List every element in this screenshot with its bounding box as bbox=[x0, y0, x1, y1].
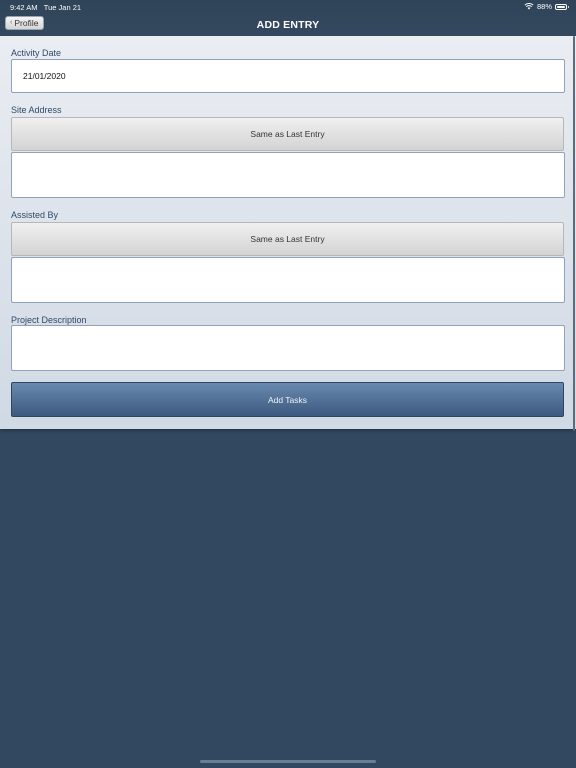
battery-icon bbox=[555, 3, 569, 10]
scrollbar[interactable] bbox=[573, 36, 575, 431]
add-tasks-button[interactable]: Add Tasks bbox=[11, 382, 564, 417]
page-title: ADD ENTRY bbox=[256, 19, 320, 31]
assisted-by-field[interactable] bbox=[11, 257, 565, 303]
status-clock: 9:42 AM bbox=[10, 3, 38, 12]
activity-date-field[interactable]: 21/01/2020 bbox=[11, 59, 565, 93]
assisted-by-label: Assisted By bbox=[11, 210, 59, 220]
status-time: 9:42 AM Tue Jan 21 bbox=[10, 3, 81, 12]
status-indicators: 88% bbox=[524, 2, 569, 11]
site-address-label: Site Address bbox=[11, 105, 62, 115]
wifi-icon bbox=[524, 3, 534, 10]
activity-date-value: 21/01/2020 bbox=[23, 71, 66, 81]
assisted-by-same-as-last-label: Same as Last Entry bbox=[250, 234, 325, 244]
status-date: Tue Jan 21 bbox=[43, 3, 82, 12]
home-indicator[interactable] bbox=[200, 760, 376, 763]
add-tasks-label: Add Tasks bbox=[267, 394, 308, 405]
project-description-field[interactable] bbox=[11, 325, 565, 371]
battery-percent: 88% bbox=[536, 2, 552, 11]
assisted-by-same-as-last-button[interactable]: Same as Last Entry bbox=[11, 222, 564, 256]
site-address-same-as-last-button[interactable]: Same as Last Entry bbox=[11, 117, 564, 151]
navigation-bar: 9:42 AM Tue Jan 21 88% ‹ Profile ADD ENT… bbox=[0, 0, 576, 36]
site-address-same-as-last-label: Same as Last Entry bbox=[250, 129, 325, 139]
site-address-field[interactable] bbox=[11, 152, 565, 198]
project-description-label: Project Description bbox=[11, 315, 87, 325]
activity-date-label: Activity Date bbox=[11, 48, 62, 58]
